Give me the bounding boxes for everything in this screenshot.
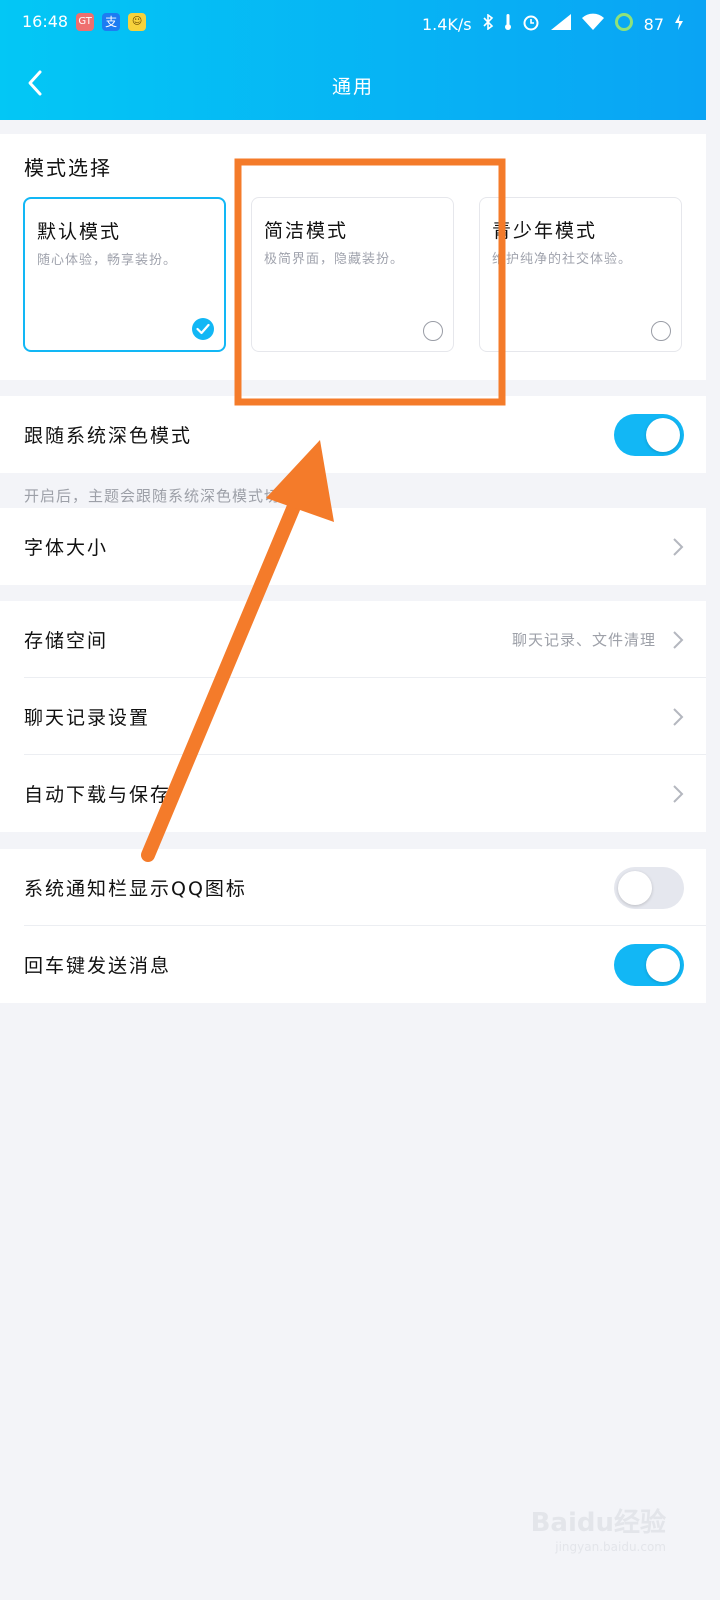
setting-label: 系统通知栏显示QQ图标 xyxy=(24,878,247,900)
alipay-icon: 支 xyxy=(102,12,121,31)
toggle-knob xyxy=(646,418,680,452)
setting-row-notification-icon: 系统通知栏显示QQ图标 xyxy=(0,849,706,926)
setting-row-enter-send: 回车键发送消息 xyxy=(0,926,706,1003)
wifi-icon xyxy=(581,13,604,35)
mode-option-simple[interactable]: 简洁模式 极简界面，隐藏装扮。 xyxy=(251,197,454,352)
setting-row-chat-history[interactable]: 聊天记录设置 xyxy=(0,678,706,755)
mode-description: 极简界面，隐藏装扮。 xyxy=(264,252,405,267)
setting-label: 字体大小 xyxy=(24,537,109,559)
setting-row-font-size[interactable]: 字体大小 xyxy=(0,508,706,585)
battery-level: 87 xyxy=(643,14,664,34)
app-smiley-icon: ☺ xyxy=(128,12,147,31)
chevron-right-icon xyxy=(672,537,684,557)
baidu-watermark-logo: Baidu经验 xyxy=(530,1508,666,1538)
toggle-knob xyxy=(646,948,680,982)
bluetooth-icon xyxy=(482,13,494,34)
nav-bar: 通用 xyxy=(0,46,706,120)
status-bar: 16:48 GT 支 ☺ 1.4K/s 87 xyxy=(0,0,706,46)
mode-name: 青少年模式 xyxy=(492,220,598,242)
setting-label: 存储空间 xyxy=(24,630,109,652)
radio-circle-icon xyxy=(651,321,671,341)
app-notification-icon: GT xyxy=(76,12,95,31)
baidu-watermark-url: jingyan.baidu.com xyxy=(555,1540,666,1554)
setting-value: 聊天记录、文件清理 xyxy=(511,631,656,649)
setting-label: 自动下载与保存 xyxy=(24,784,172,806)
setting-label: 回车键发送消息 xyxy=(24,955,172,977)
setting-row-auto-download[interactable]: 自动下载与保存 xyxy=(0,755,706,832)
page-title: 通用 xyxy=(331,76,374,98)
setting-row-dark-mode: 跟随系统深色模式 xyxy=(0,396,706,473)
mode-option-teen[interactable]: 青少年模式 维护纯净的社交体验。 xyxy=(479,197,682,352)
mode-selection-card: 模式选择 默认模式 随心体验，畅享装扮。 简洁模式 极简界面，隐藏装扮。 青少年… xyxy=(0,134,706,380)
mode-option-default[interactable]: 默认模式 随心体验，畅享装扮。 xyxy=(23,197,226,352)
setting-label: 跟随系统深色模式 xyxy=(24,425,193,447)
charging-icon xyxy=(674,13,684,35)
chevron-right-icon xyxy=(672,784,684,804)
mode-name: 默认模式 xyxy=(37,221,122,243)
battery-ring-icon xyxy=(614,12,634,36)
mode-name: 简洁模式 xyxy=(264,220,349,242)
chevron-right-icon xyxy=(672,630,684,650)
setting-label: 聊天记录设置 xyxy=(24,707,151,729)
network-speed: 1.4K/s xyxy=(421,14,472,34)
dark-mode-hint: 开启后，主题会跟随系统深色模式切换 xyxy=(24,487,297,505)
mode-description: 随心体验，畅享装扮。 xyxy=(37,253,178,268)
status-time: 16:48 xyxy=(22,12,69,31)
check-circle-icon xyxy=(192,318,214,340)
thermometer-icon xyxy=(504,13,512,35)
toggle-knob xyxy=(618,871,652,905)
radio-circle-icon xyxy=(423,321,443,341)
dark-mode-toggle[interactable] xyxy=(614,414,684,456)
enter-send-toggle[interactable] xyxy=(614,944,684,986)
header: 16:48 GT 支 ☺ 1.4K/s 87 通用 xyxy=(0,0,706,120)
signal-icon xyxy=(550,13,572,35)
notification-icon-toggle[interactable] xyxy=(614,867,684,909)
setting-row-storage[interactable]: 存储空间 聊天记录、文件清理 xyxy=(0,601,706,678)
mode-section-title: 模式选择 xyxy=(24,156,112,180)
chevron-right-icon xyxy=(672,707,684,727)
alarm-icon xyxy=(522,13,540,35)
mode-description: 维护纯净的社交体验。 xyxy=(492,252,633,267)
